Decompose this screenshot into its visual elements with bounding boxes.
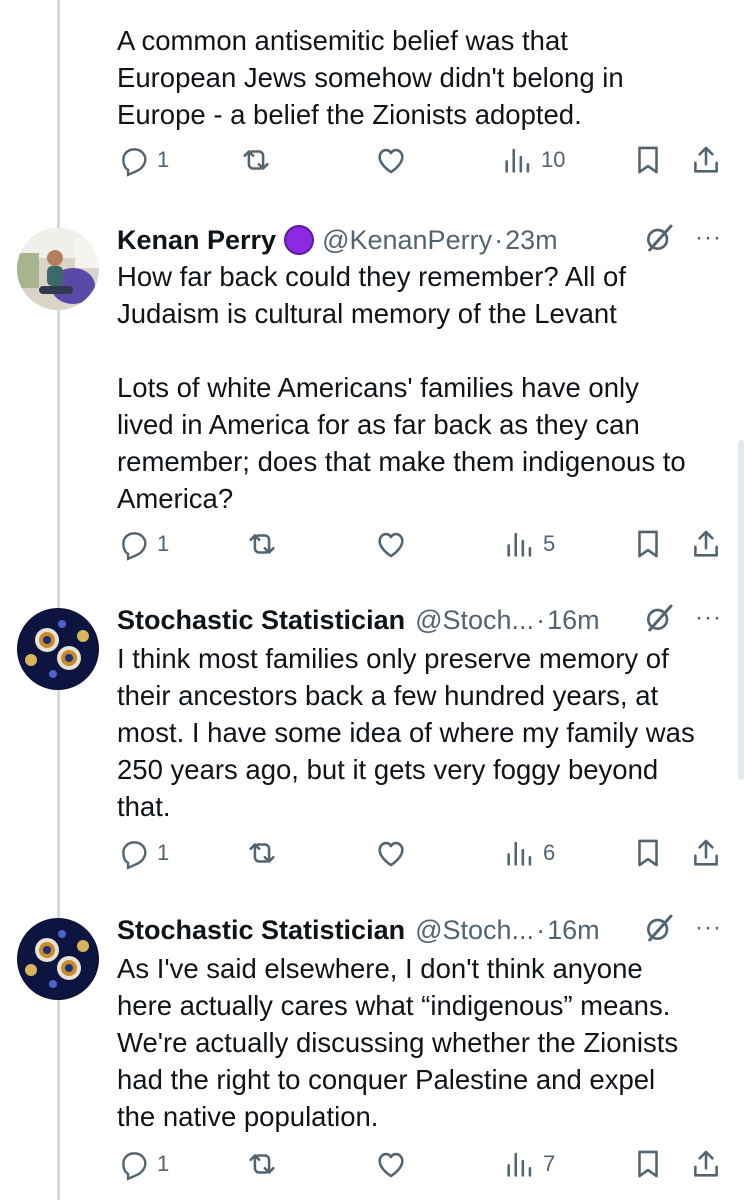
tweet-actions: 1 5: [117, 524, 727, 564]
repost-button[interactable]: [239, 140, 273, 180]
header-actions: ···: [643, 602, 722, 634]
reply-icon: [122, 148, 147, 177]
reply-count: 1: [157, 147, 170, 172]
scrollbar[interactable]: [738, 440, 744, 780]
thread-line: [57, 0, 60, 1200]
grok-icon[interactable]: [643, 222, 675, 254]
views-count: 5: [543, 531, 556, 556]
avatar-fractal: [17, 918, 99, 1000]
display-name[interactable]: Stochastic Statistician: [117, 915, 405, 946]
display-name[interactable]: Stochastic Statistician: [117, 605, 405, 636]
reply-button[interactable]: 1: [117, 524, 169, 564]
separator-dot: ·: [536, 914, 546, 945]
more-icon[interactable]: ···: [695, 604, 722, 632]
reply-icon: [122, 1152, 147, 1181]
purple-circle-badge: [284, 225, 315, 255]
more-icon[interactable]: ···: [695, 224, 722, 252]
like-button[interactable]: [374, 140, 408, 180]
grok-icon[interactable]: [643, 912, 675, 944]
share-icon: [694, 1150, 718, 1177]
share-button[interactable]: [689, 524, 723, 564]
views-count: 7: [543, 1151, 556, 1176]
repost-button[interactable]: [245, 833, 279, 873]
repost-button[interactable]: [245, 1144, 279, 1184]
timestamp[interactable]: 23m: [505, 225, 558, 256]
separator-dot: ·: [494, 224, 504, 255]
tweet-text: A common antisemitic belief was that Eur…: [117, 25, 624, 130]
avatar[interactable]: [17, 228, 99, 310]
like-icon: [378, 841, 404, 867]
user-handle[interactable]: @Stoch...: [415, 915, 534, 946]
reply-button[interactable]: 1: [117, 140, 169, 180]
share-button[interactable]: [689, 833, 723, 873]
bookmark-icon: [638, 1150, 658, 1178]
reply-count: 1: [157, 531, 170, 556]
bookmark-button[interactable]: [631, 833, 665, 873]
like-button[interactable]: [374, 1144, 408, 1184]
bookmark-button[interactable]: [631, 524, 665, 564]
views-count: 10: [541, 147, 566, 172]
tweet-actions: 1 10: [117, 140, 727, 180]
tweet-text: As I've said elsewhere, I don't think an…: [117, 953, 679, 1132]
views-button[interactable]: 6: [503, 833, 555, 873]
like-icon: [378, 148, 404, 174]
reply-count: 1: [157, 840, 170, 865]
tweet-text: I think most families only preserve memo…: [117, 643, 695, 822]
share-icon: [694, 839, 718, 866]
share-icon: [694, 146, 718, 173]
timestamp[interactable]: 16m: [547, 605, 600, 636]
like-button[interactable]: [374, 524, 408, 564]
repost-button[interactable]: [245, 524, 279, 564]
display-name[interactable]: Kenan Perry: [117, 225, 276, 256]
views-count: 6: [543, 840, 556, 865]
tweet-header: Kenan Perry @KenanPerry · 23m ···: [117, 220, 732, 260]
bookmark-button[interactable]: [631, 1144, 665, 1184]
like-button[interactable]: [374, 833, 408, 873]
separator-dot: ·: [536, 604, 546, 635]
repost-icon: [249, 534, 275, 554]
tweet-header: Stochastic Statistician @Stoch... · 16m …: [117, 910, 732, 950]
reply-icon: [122, 841, 147, 870]
user-handle[interactable]: @Stoch...: [415, 605, 534, 636]
header-actions: ···: [643, 912, 722, 944]
bookmark-icon: [638, 146, 658, 174]
avatar[interactable]: [17, 608, 99, 690]
tweet-header: Stochastic Statistician @Stoch... · 16m …: [117, 600, 732, 640]
views-button[interactable]: 5: [503, 524, 555, 564]
bookmark-button[interactable]: [631, 140, 665, 180]
reply-count: 1: [157, 1151, 170, 1176]
bookmark-icon: [638, 839, 658, 867]
avatar[interactable]: [17, 918, 99, 1000]
views-icon: [507, 841, 532, 866]
reply-button[interactable]: 1: [117, 833, 169, 873]
timestamp[interactable]: 16m: [547, 915, 600, 946]
repost-icon: [249, 1154, 275, 1174]
tweet-text: How far back could they remember? All of…: [117, 261, 686, 514]
more-icon[interactable]: ···: [695, 914, 722, 942]
views-icon: [505, 148, 530, 173]
views-button[interactable]: 10: [501, 140, 565, 180]
tweet-actions: 1 7: [117, 1144, 727, 1184]
like-icon: [378, 1152, 404, 1178]
tweet-actions: 1 6: [117, 833, 727, 873]
views-icon: [507, 1152, 532, 1177]
share-button[interactable]: [689, 140, 723, 180]
reply-icon: [122, 532, 147, 561]
avatar-fractal: [17, 608, 99, 690]
views-icon: [507, 532, 532, 557]
header-actions: ···: [643, 222, 722, 254]
repost-icon: [249, 843, 275, 863]
reply-button[interactable]: 1: [117, 1144, 169, 1184]
share-icon: [694, 530, 718, 557]
views-button[interactable]: 7: [503, 1144, 555, 1184]
like-icon: [378, 532, 404, 558]
repost-icon: [243, 150, 269, 170]
avatar-photo: [17, 228, 99, 310]
bookmark-icon: [638, 530, 658, 558]
grok-icon[interactable]: [643, 602, 675, 634]
user-handle[interactable]: @KenanPerry: [322, 225, 492, 256]
share-button[interactable]: [689, 1144, 723, 1184]
